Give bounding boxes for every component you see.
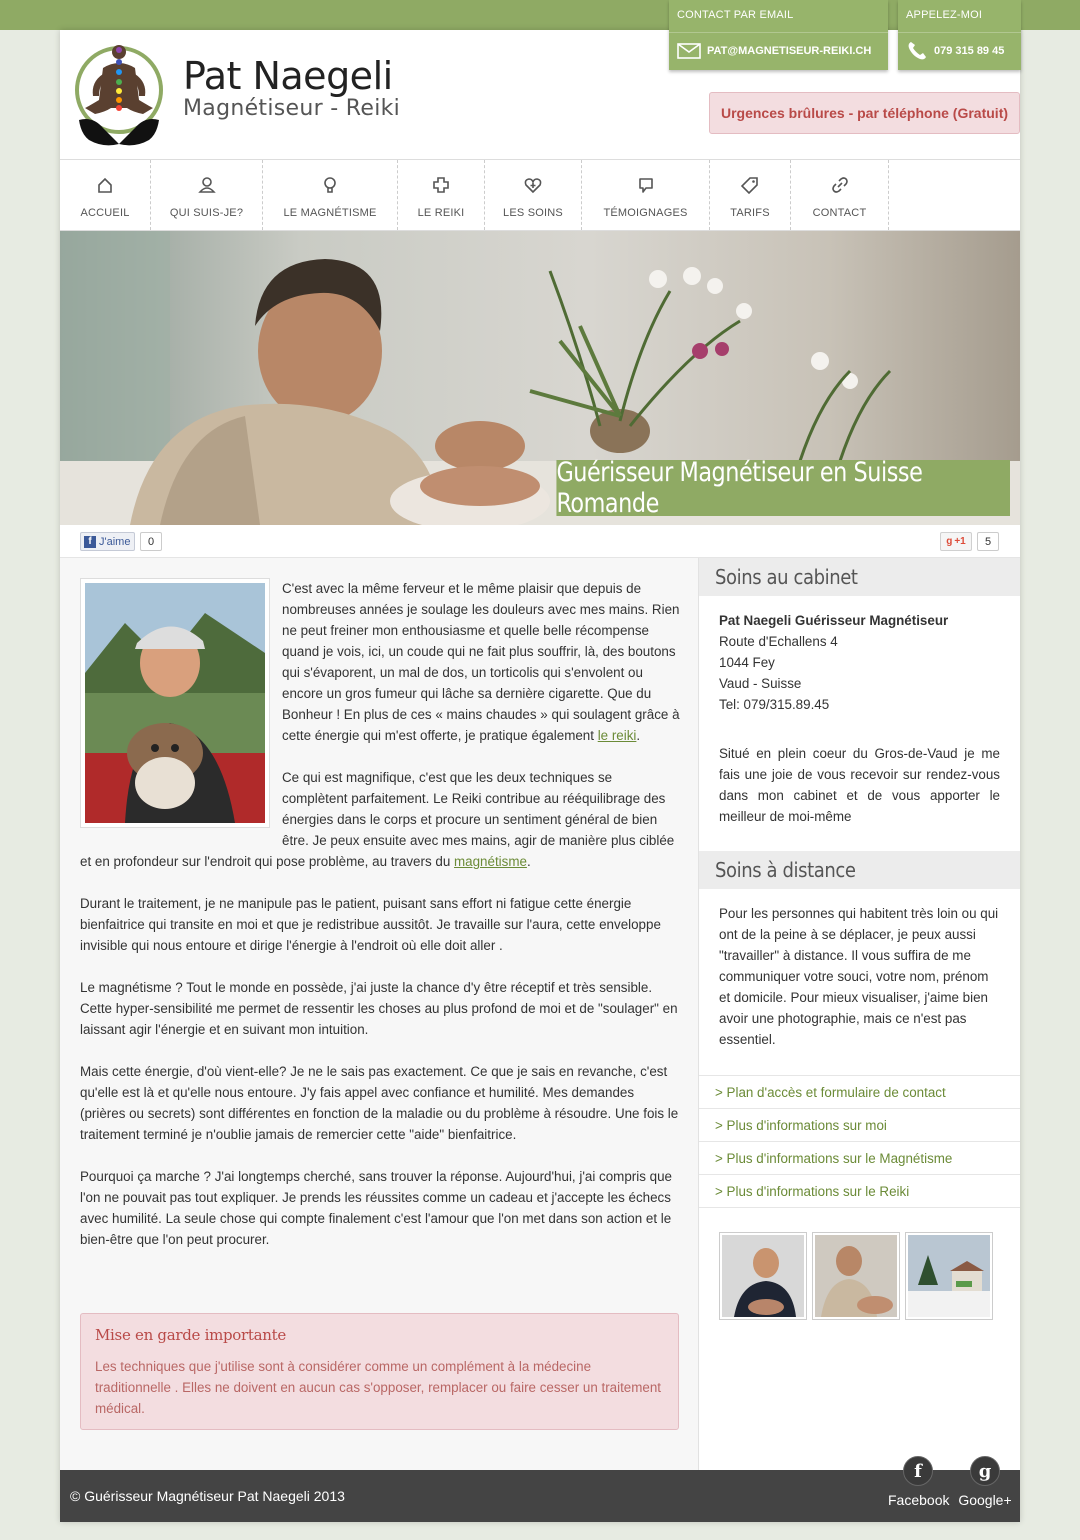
nav-label: CONTACT bbox=[812, 207, 867, 219]
contact-phone-title: APPELEZ-MOI bbox=[906, 9, 983, 21]
paragraph-2-end: . bbox=[526, 854, 531, 869]
nav-label: LE MAGNÉTISME bbox=[283, 207, 377, 219]
gallery-thumb[interactable] bbox=[905, 1232, 993, 1320]
warning-text: Les techniques que j'utilise sont à cons… bbox=[95, 1359, 662, 1416]
nav-label: ACCUEIL bbox=[80, 207, 130, 219]
nav-item-qui-suis-je[interactable]: QUI SUIS-JE? bbox=[151, 160, 263, 230]
nav-item-contact[interactable]: CONTACT bbox=[791, 160, 889, 230]
paragraph-4: Le magnétisme ? Tout le monde en possède… bbox=[80, 980, 678, 1037]
social-strip: f J'aime 0 g +1 5 bbox=[60, 525, 1020, 558]
footer-googleplus-link[interactable]: g Google+ bbox=[955, 1456, 1015, 1508]
paragraph-6: Pourquoi ça marche ? J'ai longtemps cher… bbox=[80, 1169, 672, 1247]
contact-phone-text: 079 315 89 45 bbox=[934, 44, 1005, 57]
paragraph-1-end: . bbox=[636, 728, 641, 743]
user-icon bbox=[197, 177, 216, 193]
portrait-photo bbox=[80, 578, 270, 828]
sidebar-distance-heading: Soins à distance bbox=[699, 851, 1020, 889]
facebook-like-button[interactable]: f J'aime bbox=[80, 532, 135, 551]
nav-item-accueil[interactable]: ACCUEIL bbox=[60, 160, 151, 230]
nav-item-magnetisme[interactable]: LE MAGNÉTISME bbox=[263, 160, 398, 230]
portrait-image bbox=[85, 583, 265, 823]
urgent-burns-alert: Urgences brûlures - par téléphone (Gratu… bbox=[709, 92, 1020, 134]
contact-phone-box[interactable]: APPELEZ-MOI 079 315 89 45 bbox=[898, 0, 1021, 70]
gallery-thumb[interactable] bbox=[812, 1232, 900, 1320]
nav-label: QUI SUIS-JE? bbox=[169, 207, 244, 219]
lightbulb-icon bbox=[324, 177, 336, 193]
nav-item-tarifs[interactable]: TARIFS bbox=[710, 160, 791, 230]
google-plus-icon: g bbox=[946, 536, 953, 547]
facebook-like-label: J'aime bbox=[99, 535, 131, 548]
paragraph-1-text: C'est avec la même ferveur et le même pl… bbox=[282, 581, 680, 743]
google-plus-label: +1 bbox=[954, 536, 966, 547]
cabinet-name: Pat Naegeli Guérisseur Magnétiseur bbox=[719, 613, 949, 628]
address-line-3: Vaud - Suisse bbox=[719, 676, 802, 691]
magnetisme-link[interactable]: magnétisme bbox=[454, 854, 527, 869]
sidebar-link-contact[interactable]: > Plan d'accès et formulaire de contact bbox=[699, 1076, 1020, 1109]
address-tel: Tel: 079/315.89.45 bbox=[719, 697, 830, 712]
thumb-image bbox=[815, 1235, 897, 1317]
nav-item-reiki[interactable]: LE REIKI bbox=[398, 160, 485, 230]
facebook-like-count: 0 bbox=[140, 532, 162, 551]
home-icon bbox=[98, 177, 112, 193]
cross-icon bbox=[433, 177, 449, 193]
nav-label: LE REIKI bbox=[417, 207, 465, 219]
contact-email-text: PAT@MAGNETISEUR-REIKI.CH bbox=[707, 44, 872, 57]
thumbnail-gallery bbox=[699, 1208, 1020, 1320]
nav-item-les-soins[interactable]: LES SOINS bbox=[485, 160, 582, 230]
google-plus-one-button[interactable]: g +1 bbox=[940, 532, 972, 551]
cabinet-description: Situé en plein coeur du Gros-de-Vaud je … bbox=[719, 746, 1000, 824]
sidebar-link-about[interactable]: > Plus d'informations sur moi bbox=[699, 1109, 1020, 1142]
contact-email-box[interactable]: CONTACT PAR EMAIL PAT@MAGNETISEUR-REIKI.… bbox=[669, 0, 888, 70]
footer-copyright: © Guérisseur Magnétiseur Pat Naegeli 201… bbox=[70, 1488, 345, 1504]
speech-bubble-icon bbox=[638, 178, 653, 193]
hero-caption: Guérisseur Magnétiseur en Suisse Romande bbox=[556, 457, 1010, 519]
site-title[interactable]: Pat Naegeli bbox=[183, 54, 393, 98]
distance-text: Pour les personnes qui habitent très loi… bbox=[719, 906, 999, 1047]
medical-warning-box: Mise en garde importante Les techniques … bbox=[80, 1313, 679, 1430]
footer-facebook-link[interactable]: f Facebook bbox=[888, 1456, 950, 1508]
contact-email-title: CONTACT PAR EMAIL bbox=[677, 9, 794, 21]
site-subtitle: Magnétiseur - Reiki bbox=[183, 96, 401, 121]
paragraph-3: Durant le traitement, je ne manipule pas… bbox=[80, 896, 661, 953]
gallery-thumb[interactable] bbox=[719, 1232, 807, 1320]
warning-title: Mise en garde importante bbox=[95, 1326, 286, 1344]
facebook-icon: f bbox=[84, 535, 96, 548]
main-content: C'est avec la même ferveur et le même pl… bbox=[60, 558, 698, 1470]
footer-facebook-label: Facebook bbox=[888, 1492, 950, 1508]
nav-label: LES SOINS bbox=[503, 207, 563, 219]
main-nav: ACCUEIL QUI SUIS-JE? LE MAGNÉTISME LE RE… bbox=[60, 159, 1020, 231]
chakra-logo[interactable] bbox=[73, 38, 165, 152]
distance-description: Pour les personnes qui habitent très loi… bbox=[699, 889, 1020, 1075]
sidebar-links: > Plan d'accès et formulaire de contact … bbox=[699, 1075, 1020, 1208]
footer-googleplus-label: Google+ bbox=[958, 1492, 1012, 1508]
address-line-2: 1044 Fey bbox=[719, 655, 775, 670]
paragraph-5: Mais cette énergie, d'où vient-elle? Je … bbox=[80, 1064, 679, 1142]
footer: © Guérisseur Magnétiseur Pat Naegeli 201… bbox=[60, 1456, 1020, 1522]
reiki-link[interactable]: le reiki bbox=[598, 728, 637, 743]
link-icon bbox=[831, 177, 848, 193]
nav-label: TÉMOIGNAGES bbox=[603, 207, 688, 219]
sidebar-cabinet-heading: Soins au cabinet bbox=[699, 558, 1020, 596]
sidebar-link-magnetisme[interactable]: > Plus d'informations sur le Magnétisme bbox=[699, 1142, 1020, 1175]
google-plus-icon: g bbox=[970, 1456, 1000, 1486]
address-line-1: Route d'Echallens 4 bbox=[719, 634, 838, 649]
contact-email-link[interactable]: PAT@MAGNETISEUR-REIKI.CH bbox=[669, 32, 888, 68]
cabinet-address-block: Pat Naegeli Guérisseur Magnétiseur Route… bbox=[699, 596, 1020, 827]
thumb-image bbox=[722, 1235, 804, 1317]
contact-phone-link[interactable]: 079 315 89 45 bbox=[898, 32, 1021, 68]
sidebar: Soins au cabinet Pat Naegeli Guérisseur … bbox=[698, 558, 1020, 1470]
heart-plus-icon bbox=[524, 178, 542, 194]
nav-label: TARIFS bbox=[730, 207, 770, 219]
article-body: C'est avec la même ferveur et le même pl… bbox=[80, 578, 680, 1271]
thumb-image bbox=[908, 1235, 990, 1317]
phone-icon bbox=[908, 41, 926, 59]
sidebar-link-reiki[interactable]: > Plus d'informations sur le Reiki bbox=[699, 1175, 1020, 1208]
tag-icon bbox=[741, 177, 758, 194]
google-plus-count: 5 bbox=[977, 532, 999, 551]
nav-item-temoignages[interactable]: TÉMOIGNAGES bbox=[582, 160, 710, 230]
envelope-icon bbox=[677, 42, 701, 59]
facebook-icon: f bbox=[903, 1456, 933, 1486]
